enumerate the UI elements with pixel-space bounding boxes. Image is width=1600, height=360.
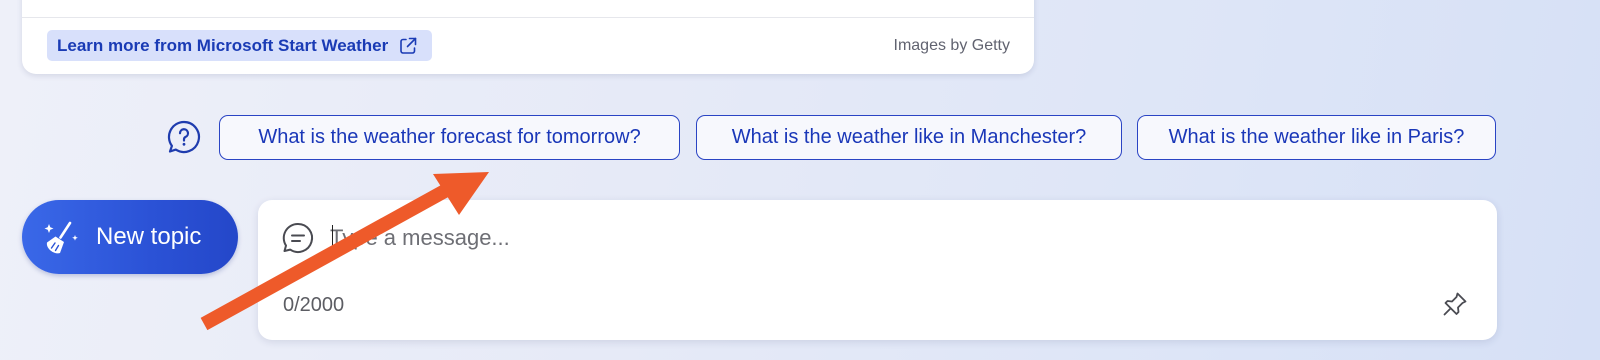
message-composer: 0/2000 [258,200,1497,340]
new-topic-button[interactable]: New topic [22,200,238,274]
broom-sparkle-icon [40,215,84,259]
suggestion-chip[interactable]: What is the weather like in Manchester? [696,115,1122,160]
external-link-icon [398,36,418,56]
weather-card: Learn more from Microsoft Start Weather … [22,0,1034,74]
new-topic-label: New topic [96,223,202,250]
question-bubble-icon [166,119,202,155]
suggestion-chip-label: What is the weather forecast for tomorro… [258,126,641,148]
pin-button[interactable] [1439,290,1471,322]
images-credit: Images by Getty [893,37,1011,54]
suggestion-chip-label: What is the weather like in Paris? [1168,126,1465,148]
learn-more-link[interactable]: Learn more from Microsoft Start Weather [47,30,433,61]
character-count: 0/2000 [283,294,345,316]
pin-icon [1441,290,1469,323]
suggestion-chip[interactable]: What is the weather forecast for tomorro… [219,115,680,160]
suggestion-chip[interactable]: What is the weather like in Paris? [1137,115,1496,160]
text-caret [332,225,333,251]
card-divider [22,17,1034,18]
suggestion-chip-label: What is the weather like in Manchester? [731,126,1087,148]
learn-more-label: Learn more from Microsoft Start Weather [57,35,389,55]
message-input[interactable] [330,218,1430,258]
chat-bubble-icon [280,220,316,256]
